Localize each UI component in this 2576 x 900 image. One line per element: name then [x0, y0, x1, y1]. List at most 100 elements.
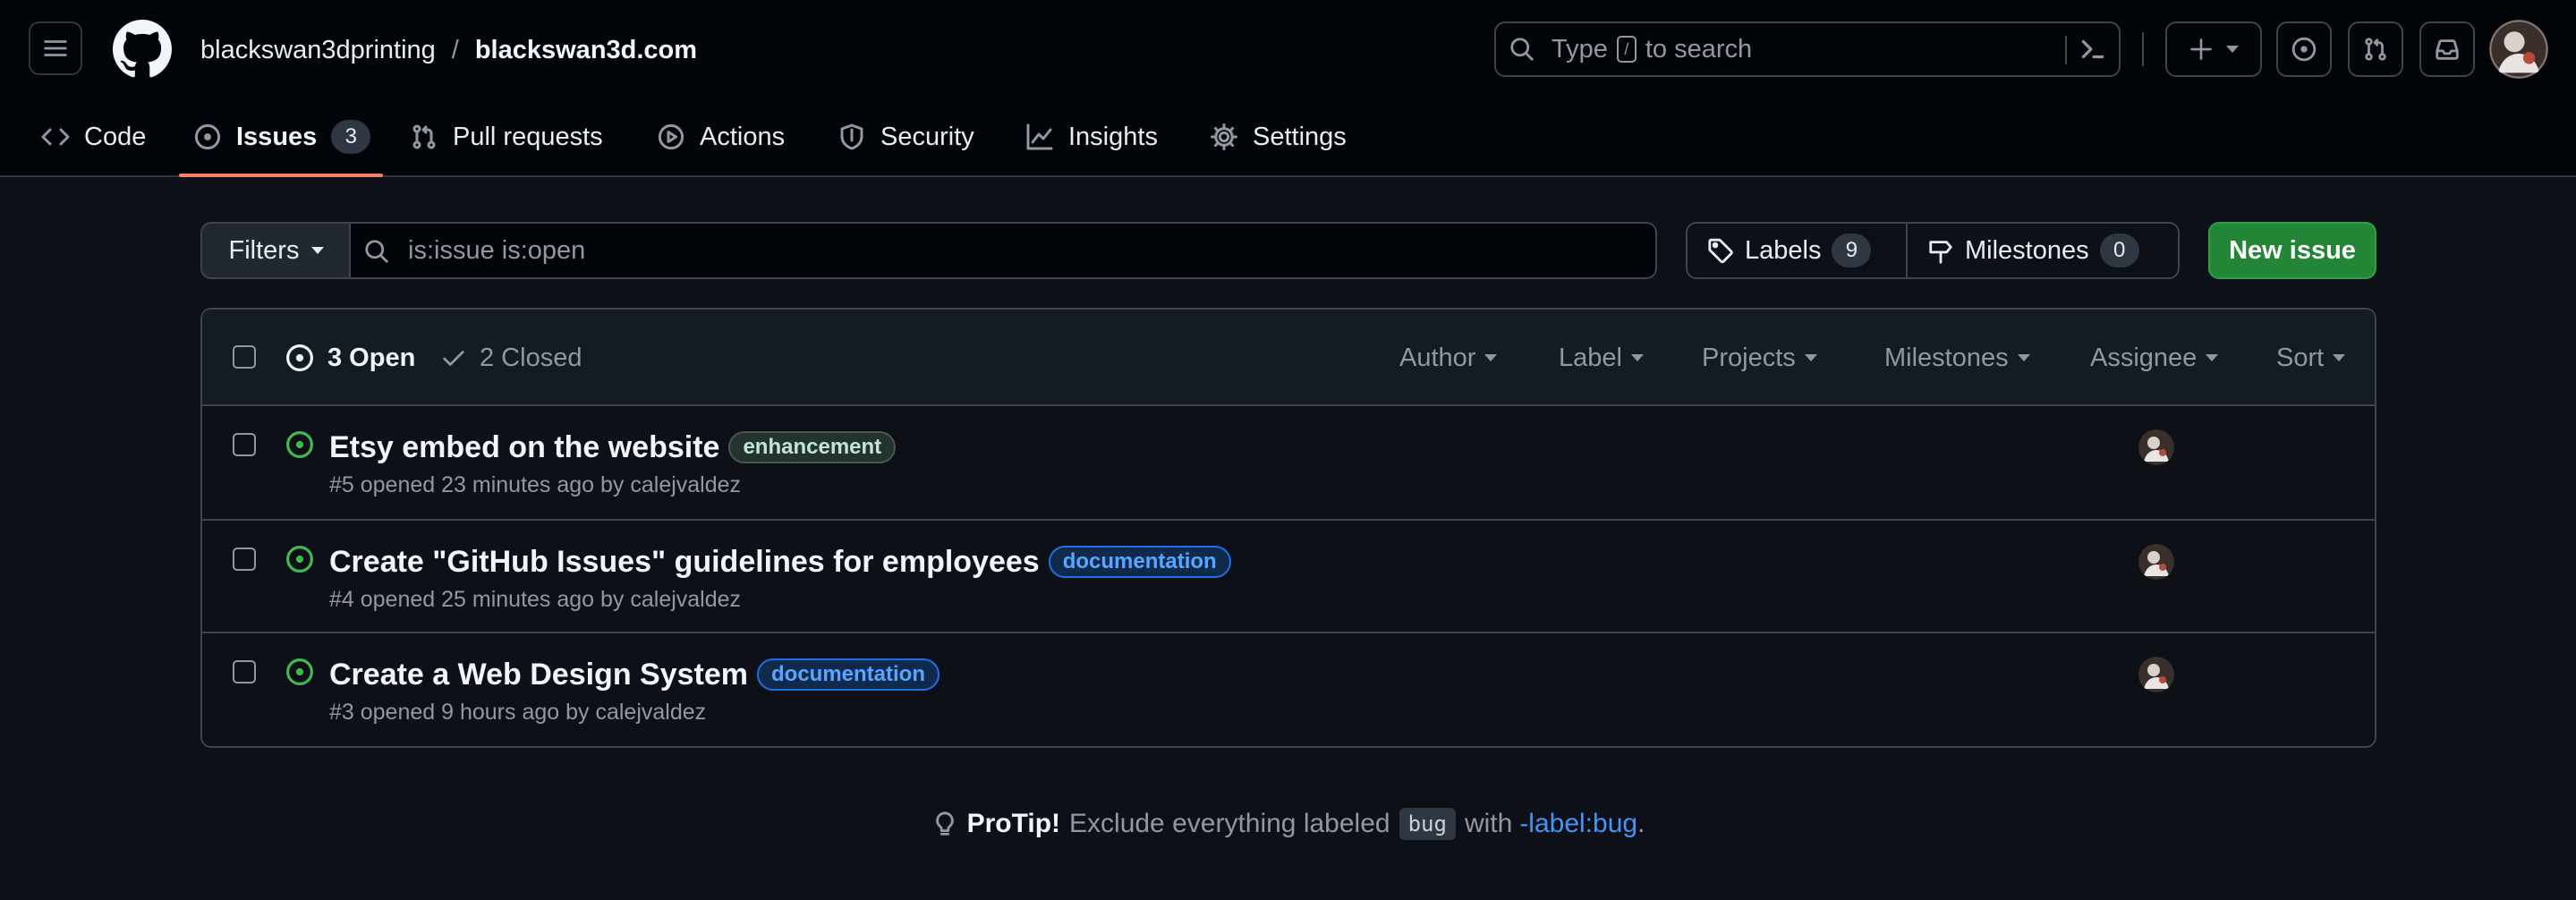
- tab-settings[interactable]: Settings: [1210, 115, 1347, 159]
- issue-opened-icon: [194, 123, 221, 150]
- github-logo-icon[interactable]: [113, 20, 172, 79]
- assignee-filter[interactable]: Assignee: [2090, 340, 2219, 376]
- breadcrumb-repo[interactable]: blackswan3d.com: [475, 32, 697, 68]
- open-issues-label: 3 Open: [327, 343, 416, 372]
- global-search-input[interactable]: Type / to search: [1494, 21, 2121, 77]
- filters-label: Filters: [228, 235, 300, 265]
- menu-button[interactable]: [29, 21, 82, 75]
- search-suffix: to search: [1645, 35, 1753, 64]
- shield-icon: [840, 123, 863, 150]
- projects-filter[interactable]: Projects: [1702, 340, 1817, 376]
- labels-label: Labels: [1745, 235, 1822, 265]
- issue-row[interactable]: Etsy embed on the website enhancement #5…: [202, 406, 2375, 519]
- milestones-filter[interactable]: Milestones: [1884, 340, 2030, 376]
- milestones-count-badge: 0: [2099, 233, 2139, 267]
- filter-label: Assignee: [2090, 343, 2198, 372]
- caret-down-icon: [1484, 354, 1498, 361]
- issue-label[interactable]: enhancement: [728, 431, 897, 463]
- issue-row[interactable]: Create a Web Design System documentation…: [202, 632, 2375, 744]
- issue-search-input[interactable]: is:issue is:open: [349, 222, 1657, 279]
- protip-link[interactable]: -label:bug: [1519, 809, 1637, 838]
- code-icon: [41, 128, 70, 146]
- command-palette-icon[interactable]: [2078, 34, 2108, 64]
- git-pull-request-icon: [412, 124, 436, 149]
- label-filter[interactable]: Label: [1559, 340, 1644, 376]
- breadcrumb: blackswan3dprinting / blackswan3d.com: [200, 32, 697, 68]
- issue-checkbox[interactable]: [233, 433, 256, 456]
- protip-lead: ProTip!: [966, 809, 1061, 838]
- author-filter[interactable]: Author: [1399, 340, 1498, 376]
- header-divider: [2142, 32, 2144, 66]
- issue-opened-icon: [286, 431, 313, 458]
- tab-issues[interactable]: Issues 3: [193, 115, 371, 159]
- search-icon: [1510, 38, 1534, 61]
- closed-issues-toggle[interactable]: 2 Closed: [440, 340, 582, 376]
- filter-label: Author: [1399, 343, 1476, 372]
- your-pull-requests-button[interactable]: [2348, 21, 2403, 77]
- filter-label: Milestones: [1884, 343, 2009, 372]
- tab-label: Insights: [1068, 122, 1158, 151]
- issue-title[interactable]: Create a Web Design System: [329, 658, 748, 692]
- hamburger-icon: [44, 40, 67, 56]
- caret-down-icon: [311, 247, 325, 254]
- light-bulb-icon: [935, 811, 954, 836]
- issue-meta: #5 opened 23 minutes ago by calejvaldez: [329, 472, 742, 497]
- search-prefix: Type: [1552, 35, 1608, 64]
- filter-label: Sort: [2276, 343, 2325, 372]
- issue-label[interactable]: documentation: [1048, 546, 1231, 578]
- assignee-avatar[interactable]: [2138, 429, 2174, 465]
- check-icon: [443, 351, 464, 366]
- gear-icon: [1210, 123, 1238, 151]
- labels-count-badge: 9: [1832, 233, 1872, 267]
- search-divider: [2065, 36, 2067, 64]
- issue-opened-icon: [286, 546, 313, 573]
- issue-checkbox[interactable]: [233, 548, 256, 571]
- issue-row[interactable]: Create "GitHub Issues" guidelines for em…: [202, 519, 2375, 632]
- tab-insights[interactable]: Insights: [1025, 115, 1158, 159]
- inbox-icon: [2436, 39, 2459, 60]
- tab-pull-requests[interactable]: Pull requests: [410, 115, 603, 159]
- filters-dropdown[interactable]: Filters: [200, 222, 351, 279]
- your-issues-button[interactable]: [2276, 21, 2332, 77]
- issue-title[interactable]: Create "GitHub Issues" guidelines for em…: [329, 545, 1040, 580]
- issue-search-query: is:issue is:open: [408, 236, 586, 265]
- issue-label[interactable]: documentation: [757, 658, 939, 691]
- protip-text-2: with: [1464, 809, 1513, 838]
- closed-issues-label: 2 Closed: [480, 343, 582, 372]
- labels-button[interactable]: Labels 9: [1688, 224, 1906, 277]
- tab-label: Code: [84, 122, 147, 151]
- tab-code[interactable]: Code: [41, 115, 146, 159]
- tab-actions[interactable]: Actions: [657, 115, 785, 159]
- search-shortcut-key: /: [1616, 36, 1637, 63]
- issues-count-badge: 3: [331, 120, 371, 154]
- issue-opened-icon: [286, 344, 313, 371]
- issue-checkbox[interactable]: [233, 660, 256, 683]
- inbox-button[interactable]: [2419, 21, 2475, 77]
- caret-down-icon: [1630, 354, 1644, 361]
- user-avatar[interactable]: [2489, 20, 2548, 79]
- open-issues-toggle[interactable]: 3 Open: [285, 340, 415, 376]
- protip-text: Exclude everything labeled: [1069, 809, 1390, 838]
- breadcrumb-owner[interactable]: blackswan3dprinting: [200, 32, 436, 68]
- caret-down-icon: [2226, 46, 2239, 53]
- issue-opened-icon: [2291, 37, 2317, 62]
- tab-label: Actions: [700, 122, 786, 151]
- sort-dropdown[interactable]: Sort: [2276, 340, 2346, 376]
- create-new-button[interactable]: [2165, 21, 2262, 77]
- milestones-button[interactable]: Milestones 0: [1906, 224, 2159, 277]
- tab-label: Issues: [236, 122, 318, 151]
- issue-list: 3 Open 2 Closed Author Label Projects Mi…: [200, 308, 2376, 748]
- new-issue-button[interactable]: New issue: [2208, 222, 2376, 279]
- filter-label: Label: [1559, 343, 1622, 372]
- assignee-avatar[interactable]: [2138, 544, 2174, 580]
- assignee-avatar[interactable]: [2138, 657, 2174, 692]
- tab-label: Pull requests: [453, 122, 603, 151]
- plus-icon: [2190, 38, 2212, 60]
- tab-security[interactable]: Security: [837, 115, 974, 159]
- select-all-checkbox[interactable]: [233, 345, 256, 369]
- search-icon: [365, 240, 388, 263]
- milestone-icon: [1929, 241, 1952, 264]
- tag-icon: [1708, 238, 1733, 264]
- caret-down-icon: [2017, 354, 2030, 361]
- issue-title[interactable]: Etsy embed on the website: [329, 430, 719, 465]
